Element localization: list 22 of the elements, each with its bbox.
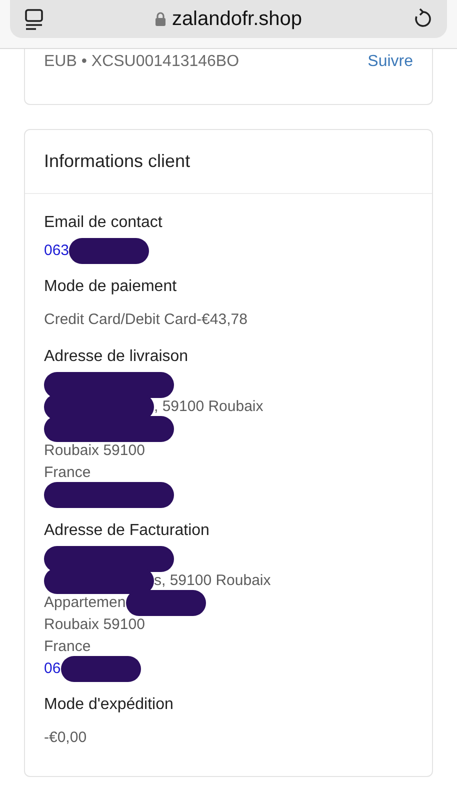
- address-line: Appartemen: [44, 592, 126, 613]
- address-line: France: [44, 462, 91, 483]
- address-line: France: [44, 636, 91, 657]
- address-line: , 59100 Roubaix: [154, 396, 264, 417]
- section-label: Mode d'expédition: [44, 695, 174, 715]
- section-label: Email de contact: [44, 213, 164, 233]
- reload-icon[interactable]: [413, 8, 433, 30]
- track-link[interactable]: Suivre: [368, 50, 413, 74]
- section-label: Mode de paiement: [44, 277, 178, 297]
- phone-link[interactable]: 063: [44, 240, 70, 262]
- phone-link[interactable]: 06: [44, 658, 61, 680]
- lock-icon: [154, 12, 166, 26]
- address-line: Roubaix 59100: [44, 614, 145, 635]
- card-title: Informations client: [44, 150, 190, 173]
- tabs-icon[interactable]: [24, 8, 44, 30]
- section-value: Credit Card/Debit Card-€43,78: [44, 310, 248, 330]
- tracking-number: EUB • XCSU001413146BO: [44, 52, 240, 72]
- section-label: Adresse de livraison: [44, 347, 190, 367]
- section-value: -€0,00: [44, 728, 88, 748]
- address-line: s, 59100 Roubaix: [154, 570, 271, 591]
- address-line: Roubaix 59100: [44, 440, 145, 461]
- section-label: Adresse de Facturation: [44, 521, 210, 541]
